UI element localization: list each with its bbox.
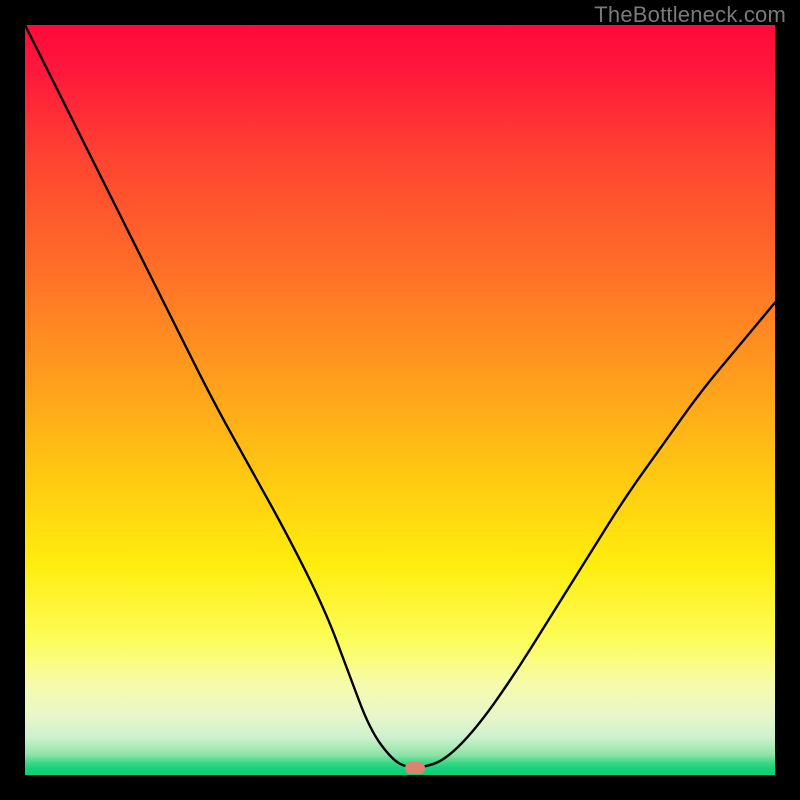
plot-area — [25, 25, 775, 775]
bottleneck-curve-svg — [25, 25, 775, 775]
watermark-text: TheBottleneck.com — [594, 2, 786, 28]
chart-frame: TheBottleneck.com — [0, 0, 800, 800]
bottleneck-curve-path — [25, 25, 775, 768]
optimum-marker — [405, 762, 425, 774]
